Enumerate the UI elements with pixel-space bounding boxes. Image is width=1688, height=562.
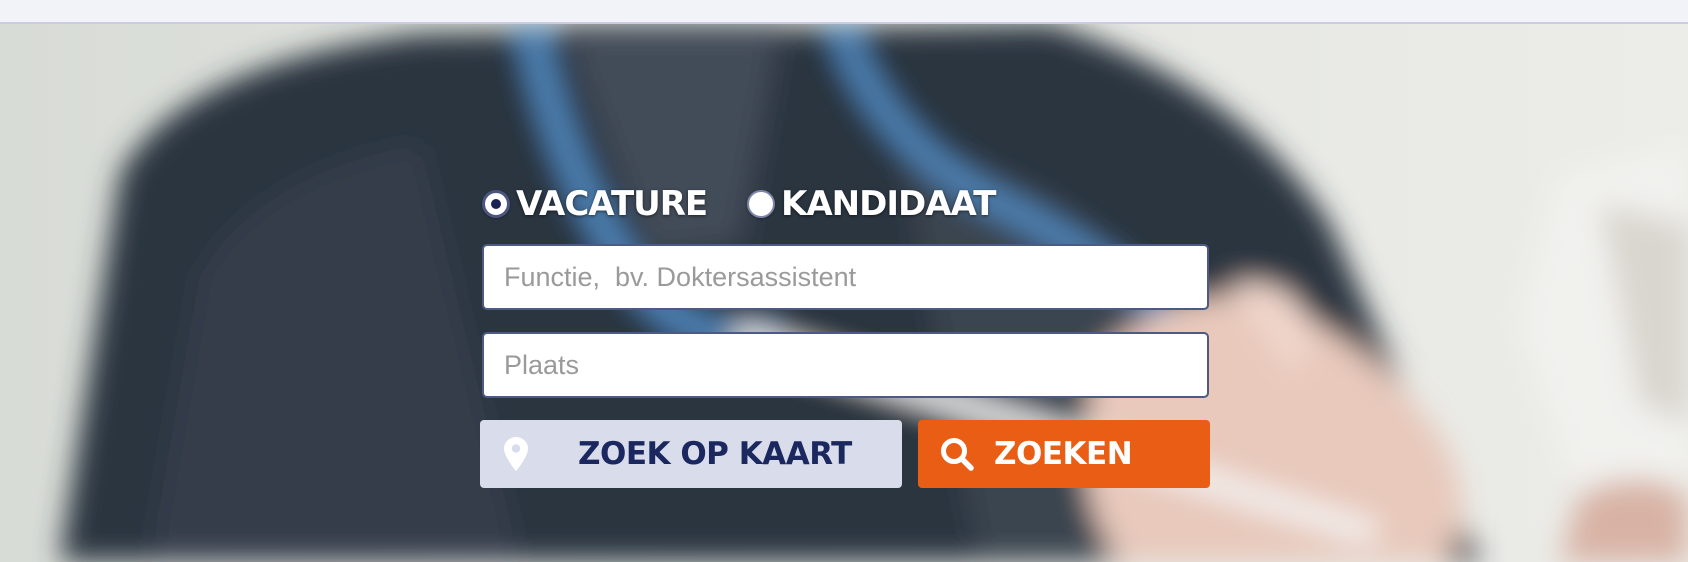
zoeken-button[interactable]: ZOEKEN xyxy=(918,420,1210,488)
radio-kandidaat[interactable]: KANDIDAAT xyxy=(747,180,996,228)
radio-kandidaat-label[interactable]: KANDIDAAT xyxy=(781,180,996,228)
radio-button-checked[interactable] xyxy=(482,190,510,218)
radio-vacature[interactable]: VACATURE xyxy=(482,180,708,228)
zoek-op-kaart-label: ZOEK OP KAART xyxy=(578,436,852,472)
plaats-input[interactable] xyxy=(482,332,1209,398)
top-bar xyxy=(0,0,1688,24)
zoeken-label: ZOEKEN xyxy=(994,436,1133,472)
zoek-op-kaart-button[interactable]: ZOEK OP KAART xyxy=(480,420,902,488)
functie-input[interactable] xyxy=(482,244,1209,310)
map-pin-icon xyxy=(504,437,528,471)
radio-dot xyxy=(491,199,501,209)
search-panel: VACATURE KANDIDAAT ZOEK OP KAART xyxy=(0,24,1688,562)
radio-vacature-label[interactable]: VACATURE xyxy=(516,180,708,228)
radio-button-unchecked[interactable] xyxy=(747,190,775,218)
magnifier-icon xyxy=(940,437,974,471)
hero-section: VACATURE KANDIDAAT ZOEK OP KAART xyxy=(0,24,1688,562)
